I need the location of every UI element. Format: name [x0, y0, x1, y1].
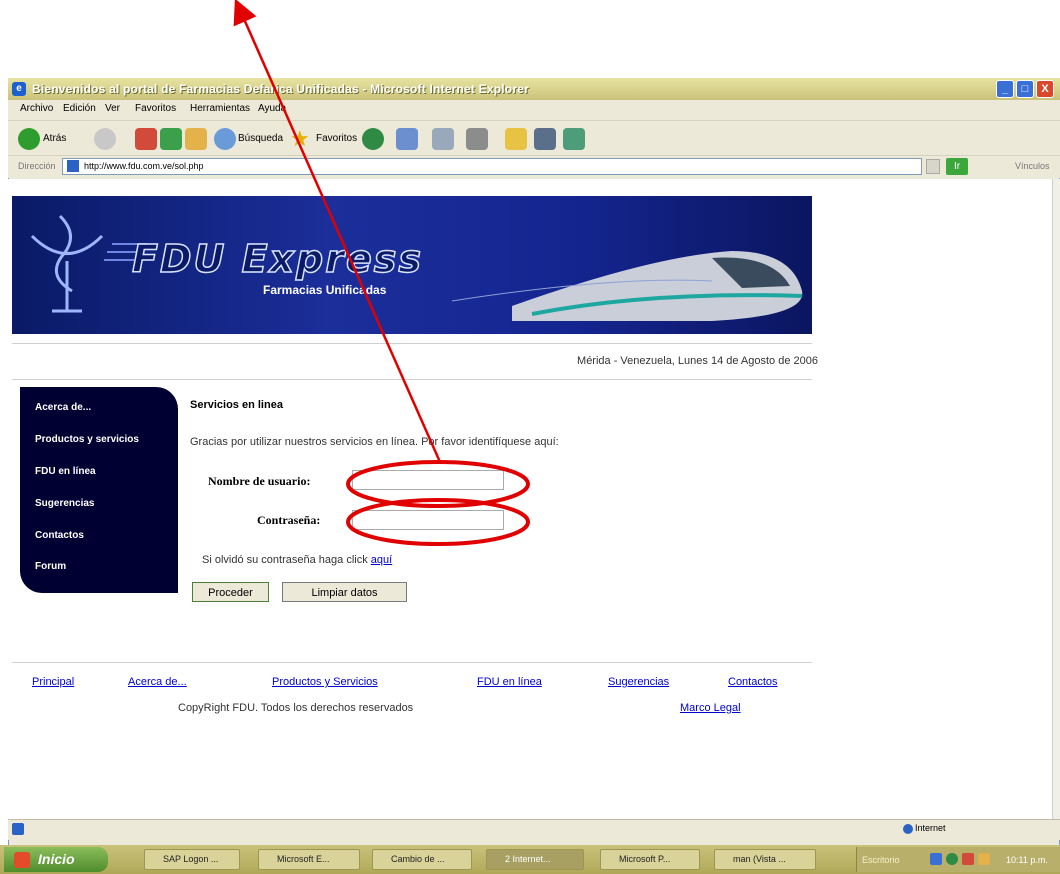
home-icon[interactable] [185, 128, 207, 150]
menu-ayuda[interactable]: Ayuda [258, 103, 286, 114]
menu-archivo[interactable]: Archivo [20, 103, 53, 114]
forgot-password-text: Si olvidó su contraseña haga click aquí [202, 554, 392, 566]
desktop-label[interactable]: Escritorio [862, 855, 900, 865]
vertical-scrollbar[interactable] [1052, 179, 1060, 819]
footer-link-principal[interactable]: Principal [32, 676, 74, 688]
tray-messenger-icon[interactable] [978, 853, 990, 865]
forgot-password-prefix: Si olvidó su contraseña haga click [202, 554, 371, 566]
refresh-icon[interactable] [160, 128, 182, 150]
back-arrow-icon[interactable] [18, 128, 40, 150]
menu-edicion[interactable]: Edición [63, 103, 96, 114]
sidebar-item-contactos[interactable]: Contactos [35, 530, 84, 541]
favorites-label[interactable]: Favoritos [316, 133, 357, 144]
sidebar-item-productos[interactable]: Productos y servicios [35, 434, 139, 445]
favorites-star-icon[interactable]: ★ [290, 126, 310, 152]
internet-explorer-icon: e [12, 82, 26, 96]
users-icon[interactable] [563, 128, 585, 150]
date-line: Mérida - Venezuela, Lunes 14 de Agosto d… [577, 355, 818, 367]
services-description: Gracias por utilizar nuestros servicios … [190, 436, 559, 448]
address-dropdown-icon[interactable] [926, 159, 940, 174]
legal-link[interactable]: Marco Legal [680, 702, 741, 714]
footer-link-contactos[interactable]: Contactos [728, 676, 778, 688]
divider [12, 343, 812, 344]
address-url[interactable]: http://www.fdu.com.ve/sol.php [84, 161, 204, 171]
folder-icon[interactable] [505, 128, 527, 150]
search-icon[interactable] [214, 128, 236, 150]
globe-icon [903, 824, 913, 834]
pharmacy-cup-icon [30, 214, 104, 313]
page-icon [67, 160, 79, 172]
task-cambio[interactable]: Cambio de ... [372, 849, 472, 870]
copyright-text: CopyRight FDU. Todos los derechos reserv… [178, 702, 414, 714]
forgot-password-link[interactable]: aquí [371, 554, 392, 566]
train-image [451, 251, 803, 321]
clock: 10:11 p.m. [1006, 855, 1048, 865]
print-icon[interactable] [432, 128, 454, 150]
menu-favoritos[interactable]: Favoritos [135, 103, 176, 114]
task-man-vista[interactable]: man (Vista ... [714, 849, 816, 870]
minimize-button[interactable]: _ [996, 80, 1014, 98]
messenger-icon[interactable] [534, 128, 556, 150]
proceed-button[interactable]: Proceder [192, 582, 269, 602]
footer-link-productos[interactable]: Productos y Servicios [272, 676, 378, 688]
menu-ver[interactable]: Ver [105, 103, 120, 114]
windows-logo-icon [14, 852, 30, 868]
go-button[interactable]: Ir [946, 158, 968, 175]
window-title: Bienvenidos al portal de Farmacias Defar… [32, 82, 529, 96]
footer-link-fdu-en-linea[interactable]: FDU en línea [477, 676, 542, 688]
page-status-icon [12, 823, 24, 835]
sidebar-item-acerca[interactable]: Acerca de... [35, 402, 91, 413]
password-input[interactable] [352, 510, 504, 530]
divider [12, 662, 812, 663]
task-microsoft-excel[interactable]: Microsoft E... [258, 849, 360, 870]
brand-title: FDU Express [131, 236, 424, 282]
tray-network-icon[interactable] [930, 853, 942, 865]
mail-icon[interactable] [396, 128, 418, 150]
menu-herramientas[interactable]: Herramientas [190, 103, 250, 114]
edit-icon[interactable] [466, 128, 488, 150]
task-microsoft-powerpoint[interactable]: Microsoft P... [600, 849, 700, 870]
security-zone: Internet [915, 823, 946, 833]
search-label[interactable]: Búsqueda [238, 133, 283, 144]
username-input[interactable] [352, 470, 504, 490]
back-label[interactable]: Atrás [43, 133, 66, 144]
history-icon[interactable] [362, 128, 384, 150]
footer-link-acerca[interactable]: Acerca de... [128, 676, 187, 688]
username-label: Nombre de usuario: [208, 474, 311, 488]
tray-security-icon[interactable] [962, 853, 974, 865]
task-sap-logon[interactable]: SAP Logon ... [144, 849, 240, 870]
services-title: Servicios en linea [190, 399, 283, 411]
brand-subtitle: Farmacias Unificadas [263, 283, 387, 297]
footer-link-sugerencias[interactable]: Sugerencias [608, 676, 669, 688]
divider [12, 379, 812, 380]
tray-antivirus-icon[interactable] [946, 853, 958, 865]
links-label[interactable]: Vínculos [1015, 161, 1050, 171]
task-internet-explorer[interactable]: 2 Internet... [486, 849, 584, 870]
address-label: Dirección [18, 161, 56, 171]
clear-data-button[interactable]: Limpiar datos [282, 582, 407, 602]
sidebar-item-forum[interactable]: Forum [35, 561, 66, 572]
sidebar-item-fdu-en-linea[interactable]: FDU en línea [35, 466, 96, 477]
sidebar-item-sugerencias[interactable]: Sugerencias [35, 498, 94, 509]
stop-icon[interactable] [135, 128, 157, 150]
forward-arrow-icon[interactable] [94, 128, 116, 150]
password-label: Contraseña: [257, 513, 321, 527]
close-button[interactable]: X [1036, 80, 1054, 98]
maximize-button[interactable]: □ [1016, 80, 1034, 98]
